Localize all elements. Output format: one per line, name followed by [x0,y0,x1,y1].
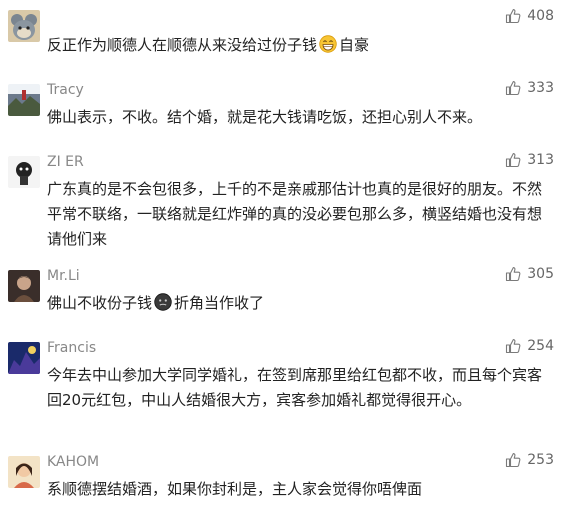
comment-text-part: 佛山不收份子钱 [47,294,153,312]
like-button[interactable]: 305 [505,266,554,282]
comment-text: 今年去中山参加大学同学婚礼，在签到席那里给红包都不收，而且每个宾客回20元红包，… [47,366,543,409]
like-count: 313 [527,152,554,168]
comment-text: 佛山表示，不收。结个婚，就是花大钱请吃饭，还担心别人不来。 [47,108,483,126]
like-button[interactable]: 254 [505,338,554,354]
comment-author[interactable]: Tracy [47,82,84,98]
thumbs-up-icon [506,153,521,168]
comment-text-part: 反正作为顺德人在顺德从来没给过份子钱 [47,36,318,54]
comment-author[interactable]: ZI ER [47,154,84,170]
thumbs-up-icon [506,9,521,24]
thumbs-up-icon [506,267,521,282]
comment-text-part: 折角当作收了 [174,294,265,312]
like-button[interactable]: 313 [505,152,554,168]
comment-text-part: 自豪 [339,36,370,54]
comment-text: 广东真的是不会包很多，上千的不是亲戚那估计也真的是很好的朋友。不然平常不联络，一… [47,180,543,248]
comment-list: 408 反正作为顺德人在顺德从来没给过份子钱 自豪 Tracy 333 佛山表示，… [0,0,570,513]
comment-author[interactable]: Francis [47,340,96,356]
like-count: 333 [527,80,554,96]
comment-text: 系顺德摆结婚酒，如果你封利是，主人家会觉得你唔俾面 [47,480,423,498]
like-button[interactable]: 408 [505,8,554,24]
like-count: 305 [527,266,554,282]
grinning-emoji [319,35,337,53]
thumbs-up-icon [506,453,521,468]
like-button[interactable]: 333 [505,80,554,96]
avatar[interactable] [8,84,40,116]
like-button[interactable]: 253 [505,452,554,468]
comment-author[interactable]: KAHOM [47,454,99,470]
dark-face-emoji [154,293,172,311]
avatar[interactable] [8,456,40,488]
comment-text: 反正作为顺德人在顺德从来没给过份子钱 自豪 [47,33,555,58]
comment-author[interactable]: Mr.Li [47,268,80,284]
avatar[interactable] [8,270,40,302]
like-count: 408 [527,8,554,24]
thumbs-up-icon [506,81,521,96]
thumbs-up-icon [506,339,521,354]
comment-text: 佛山不收份子钱 折角当作收了 [47,291,555,316]
avatar[interactable] [8,10,40,42]
like-count: 253 [527,452,554,468]
avatar[interactable] [8,342,40,374]
avatar[interactable] [8,156,40,188]
like-count: 254 [527,338,554,354]
